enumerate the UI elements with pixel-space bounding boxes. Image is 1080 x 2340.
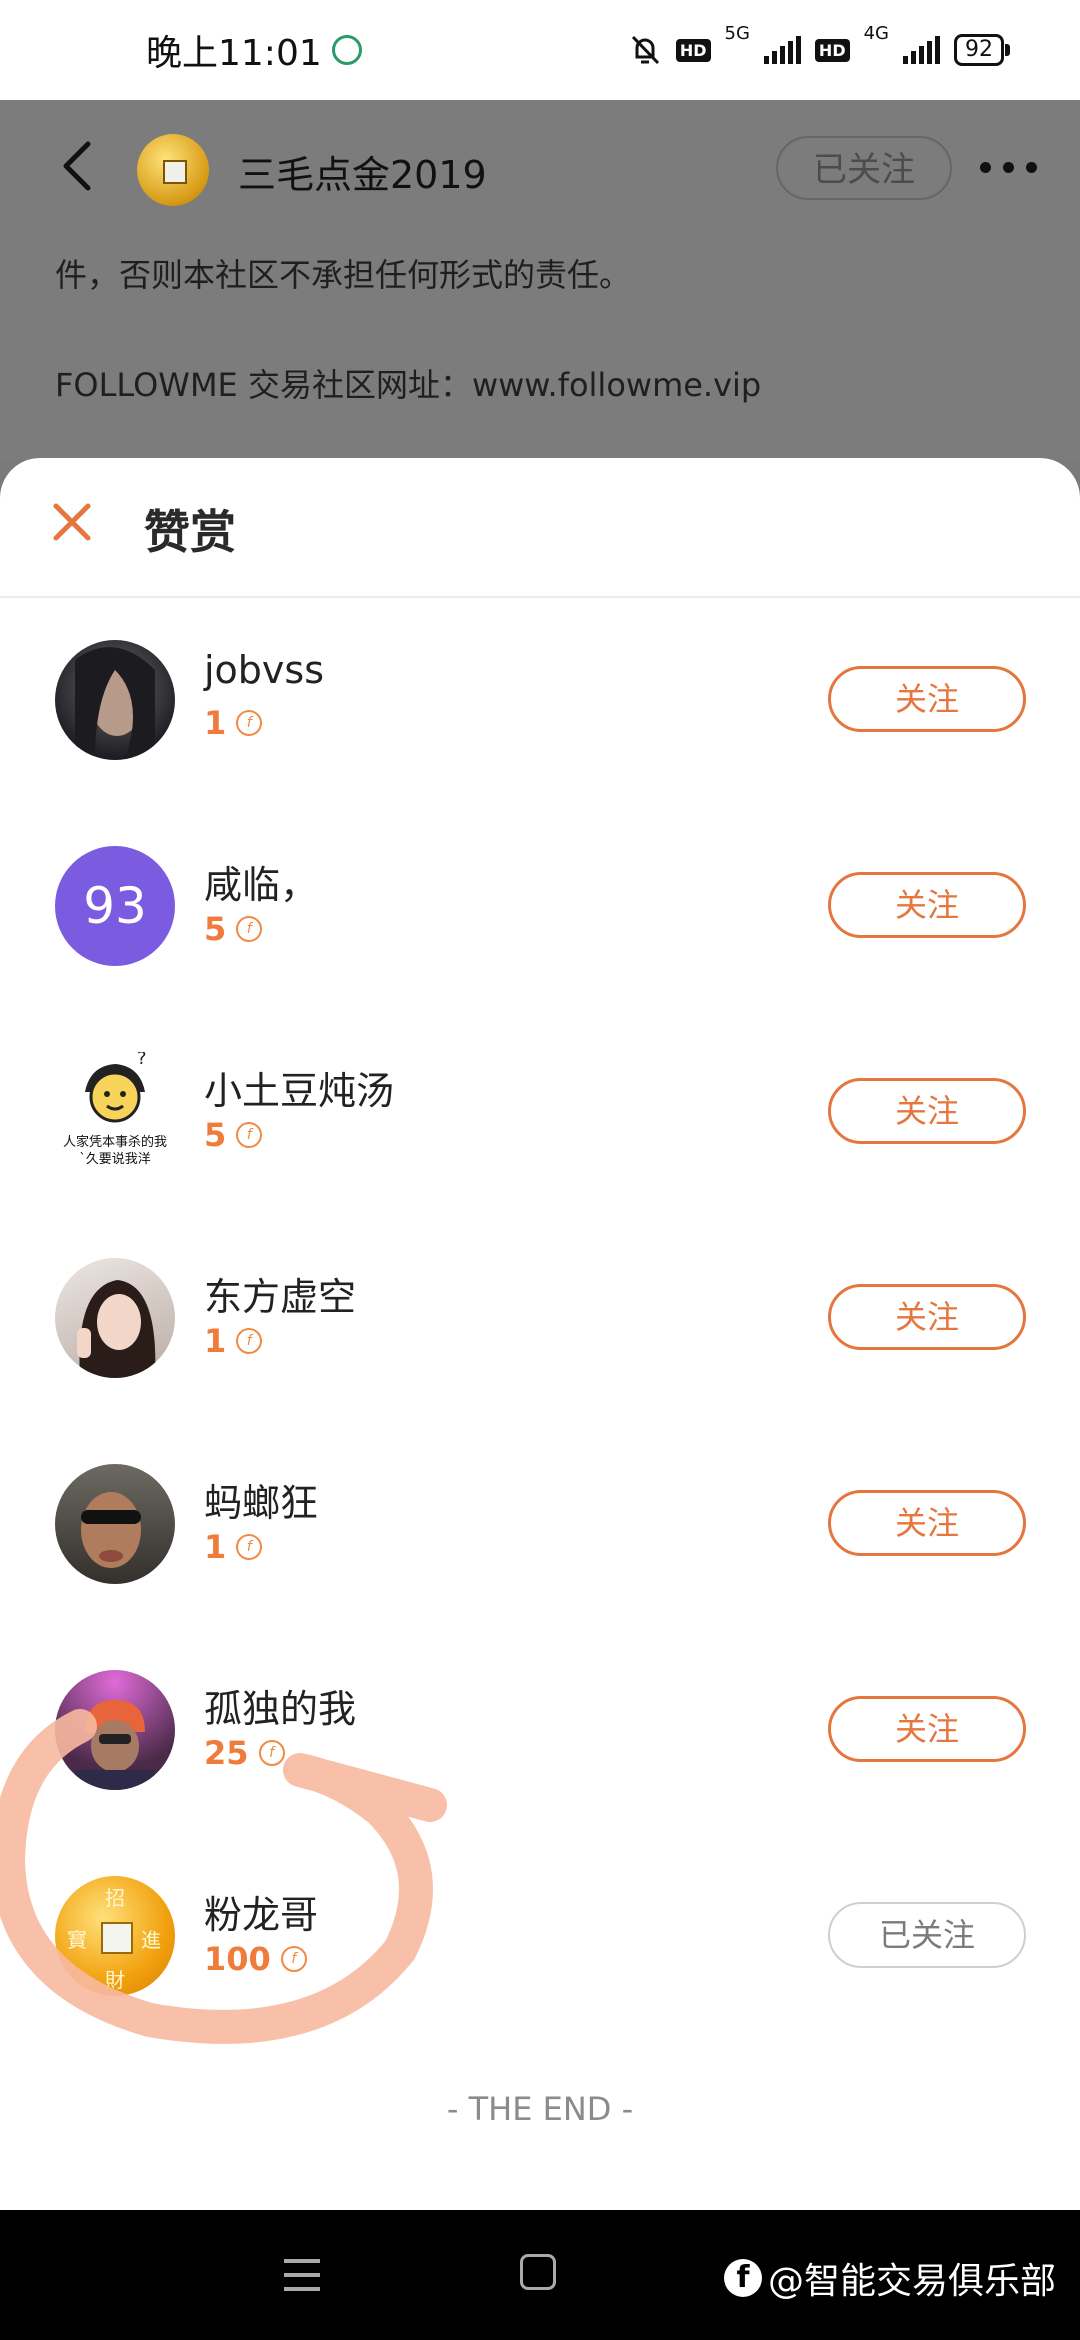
hd-badge: HD: [675, 38, 711, 62]
username[interactable]: jobvss: [204, 648, 324, 692]
status-bar: 晚上11:01 HD 5G HD 4G 92: [0, 0, 1080, 100]
coin-icon: f: [236, 916, 263, 942]
post-header: 三毛点金2019 已关注: [0, 100, 1080, 240]
author-name[interactable]: 三毛点金2019: [238, 144, 487, 199]
more-options-icon[interactable]: [980, 162, 1037, 173]
facebook-logo-icon: f: [724, 2259, 762, 2297]
username[interactable]: 小土豆炖汤: [204, 1060, 394, 1115]
close-icon[interactable]: [52, 502, 92, 542]
signal-icon: [763, 36, 801, 64]
network-5g-label: 5G: [724, 23, 750, 44]
reward-amount: 1f: [204, 1322, 263, 1360]
avatar-caption: 人家凭本事杀的我: [62, 1135, 167, 1150]
reward-sheet: 赞赏 jobvss 1f 关注 93 咸临， 5f 关注 ? 人家凭本事杀的我 …: [0, 458, 1080, 2210]
coin-char: 財: [105, 1968, 125, 1992]
list-item[interactable]: 蚂螂狂 1f 关注: [0, 1420, 1080, 1626]
reward-amount: 25 f: [204, 1734, 285, 1772]
coin-char: 進: [141, 1928, 161, 1952]
battery-icon: 92: [954, 34, 1010, 66]
username[interactable]: 蚂螂狂: [204, 1472, 318, 1527]
avatar[interactable]: [55, 640, 175, 760]
list-item[interactable]: jobvss 1f 关注: [0, 596, 1080, 802]
hd-badge-2: HD: [814, 38, 850, 62]
username[interactable]: 东方虚空: [204, 1266, 356, 1321]
home-icon[interactable]: [520, 2254, 556, 2290]
watermark-text: @智能交易俱乐部: [768, 2261, 1057, 2302]
system-nav-bar: f @智能交易俱乐部: [0, 2210, 1080, 2340]
avatar[interactable]: [55, 1464, 175, 1584]
follow-button[interactable]: 关注: [828, 1696, 1026, 1762]
avatar[interactable]: [55, 1258, 175, 1378]
coin-icon: f: [236, 710, 263, 736]
watermark: f @智能交易俱乐部: [724, 2252, 1056, 2304]
bell-muted-icon: [631, 35, 659, 65]
coin-icon: f: [280, 1946, 307, 1972]
avatar-text: 93: [83, 877, 147, 935]
avatar[interactable]: [55, 1670, 175, 1790]
avatar[interactable]: 93: [55, 846, 175, 966]
leaf-icon: [331, 35, 362, 65]
avatar[interactable]: 招 寳 進 財: [55, 1876, 175, 1996]
follow-button[interactable]: 关注: [828, 1490, 1026, 1556]
reward-amount: 100 f: [204, 1940, 307, 1978]
reward-amount: 5f: [204, 910, 263, 948]
end-marker: - THE END -: [446, 2090, 634, 2128]
author-avatar[interactable]: [137, 134, 209, 206]
follow-button[interactable]: 关注: [828, 666, 1026, 732]
follow-button[interactable]: 关注: [828, 872, 1026, 938]
coin-char: 招: [105, 1886, 125, 1910]
back-arrow-icon[interactable]: [50, 136, 110, 196]
follow-button[interactable]: 关注: [828, 1078, 1026, 1144]
coin-icon: f: [236, 1122, 263, 1148]
avatar-portrait-icon: [81, 1492, 141, 1568]
coin-icon: f: [236, 1328, 263, 1354]
username[interactable]: 孤独的我: [204, 1678, 356, 1733]
reward-amount: 5f: [204, 1116, 263, 1154]
list-item[interactable]: 93 咸临， 5f 关注: [0, 802, 1080, 1008]
post-text-line: 件，否则本社区不承担任何形式的责任。: [55, 256, 632, 294]
coin-char: 寳: [67, 1928, 87, 1952]
avatar-portrait-icon: [75, 1700, 155, 1790]
status-time: 晚上11:01: [146, 33, 322, 74]
coin-icon: f: [258, 1740, 285, 1766]
author-follow-button[interactable]: 已关注: [776, 136, 952, 200]
reward-amount: 1f: [204, 1528, 263, 1566]
list-item[interactable]: ? 人家凭本事杀的我 `久要说我洋 小土豆炖汤 5f 关注: [0, 1008, 1080, 1214]
coin-hole-icon: [101, 1922, 133, 1954]
avatar[interactable]: ? 人家凭本事杀的我 `久要说我洋: [55, 1052, 175, 1172]
list-item[interactable]: 招 寳 進 財 粉龙哥 100 f 已关注: [0, 1832, 1080, 2038]
list-item[interactable]: 东方虚空 1f 关注: [0, 1214, 1080, 1420]
background-post: 三毛点金2019 已关注 件，否则本社区不承担任何形式的责任。 FOLLOWME…: [0, 100, 1080, 460]
sheet-title: 赞赏: [144, 505, 236, 559]
svg-text:?: ?: [137, 1052, 147, 1069]
network-4g-label: 4G: [863, 23, 889, 44]
coin-icon: f: [236, 1534, 263, 1560]
list-item[interactable]: 孤独的我 25 f 关注: [0, 1626, 1080, 1832]
followed-button[interactable]: 已关注: [828, 1902, 1026, 1968]
sheet-header: 赞赏: [0, 458, 1080, 598]
signal-icon-2: [903, 36, 940, 64]
avatar-portrait-icon: [77, 1280, 156, 1378]
post-text-line: FOLLOWME 交易社区网址：www.followme.vip: [55, 366, 762, 404]
username[interactable]: 咸临，: [204, 854, 318, 909]
follow-button[interactable]: 关注: [828, 1284, 1026, 1350]
menu-icon[interactable]: [282, 2255, 322, 2295]
username[interactable]: 粉龙哥: [204, 1884, 318, 1939]
avatar-portrait-icon: [75, 647, 155, 760]
avatar-caption: `久要说我洋: [79, 1152, 151, 1167]
reward-amount: 1f: [204, 704, 263, 742]
